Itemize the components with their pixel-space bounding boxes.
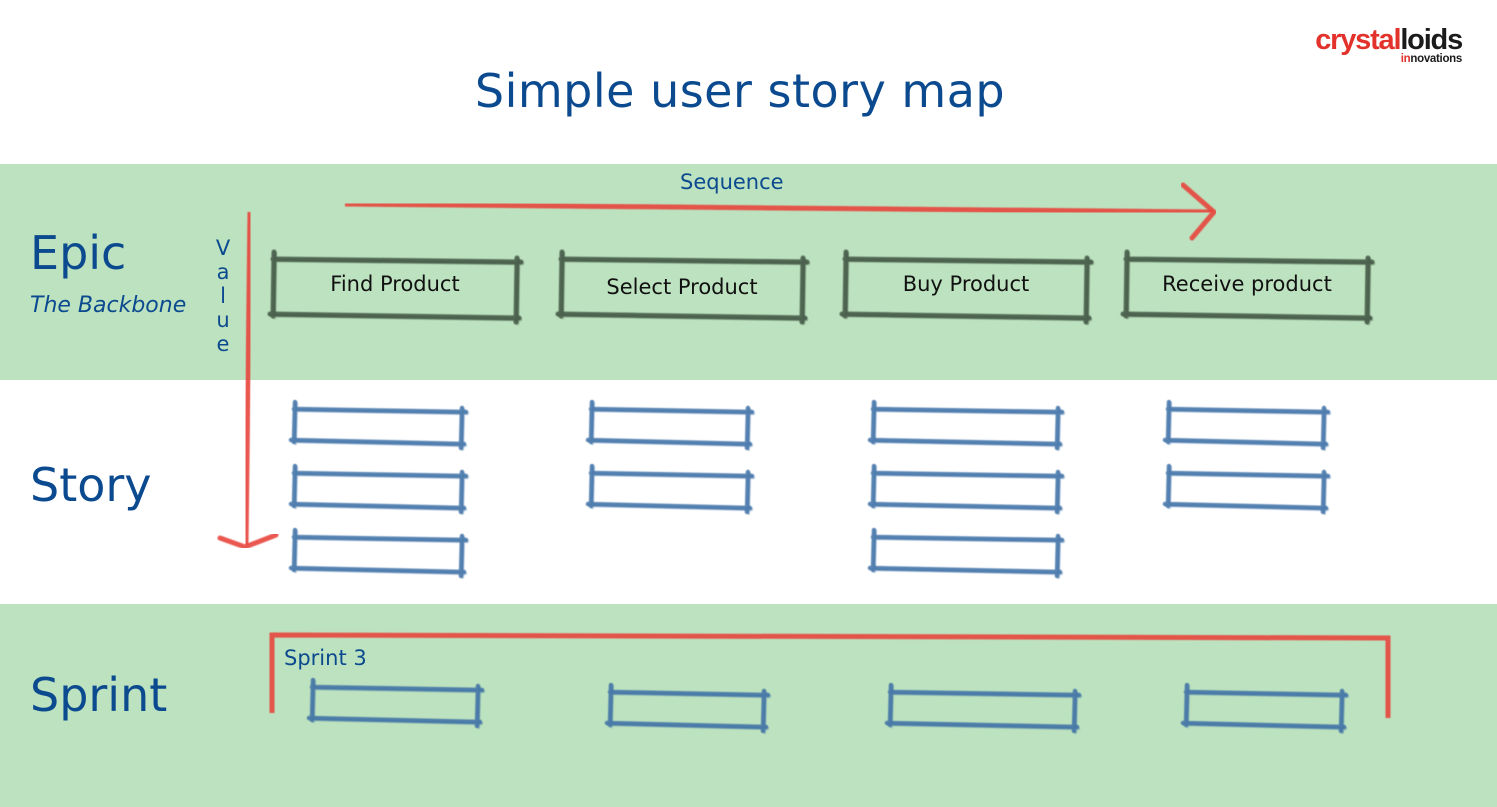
map-drawing — [217, 182, 1391, 735]
sprint-story-card — [1180, 682, 1350, 735]
story-card — [867, 527, 1066, 580]
sequence-arrow — [344, 201, 1214, 215]
epic-card-label: Buy Product — [902, 272, 1030, 296]
value-arrow — [243, 211, 253, 546]
epic-card-label: Select Product — [606, 275, 758, 299]
sprint-story-card — [604, 682, 772, 735]
cards-layer — [267, 249, 1376, 735]
story-card — [585, 463, 756, 516]
epic-card-label: Receive product — [1162, 272, 1332, 296]
story-card — [1162, 463, 1332, 516]
sprint-story-card — [306, 677, 486, 730]
story-card — [867, 399, 1066, 452]
story-card — [1162, 399, 1332, 452]
epic-card-label: Find Product — [330, 272, 460, 296]
sprint-story-card — [884, 682, 1083, 735]
story-card — [288, 399, 470, 452]
story-card — [867, 463, 1066, 516]
sprint-bracket — [269, 632, 1391, 718]
story-card — [585, 399, 756, 452]
story-card — [288, 527, 470, 580]
story-card — [288, 463, 470, 516]
